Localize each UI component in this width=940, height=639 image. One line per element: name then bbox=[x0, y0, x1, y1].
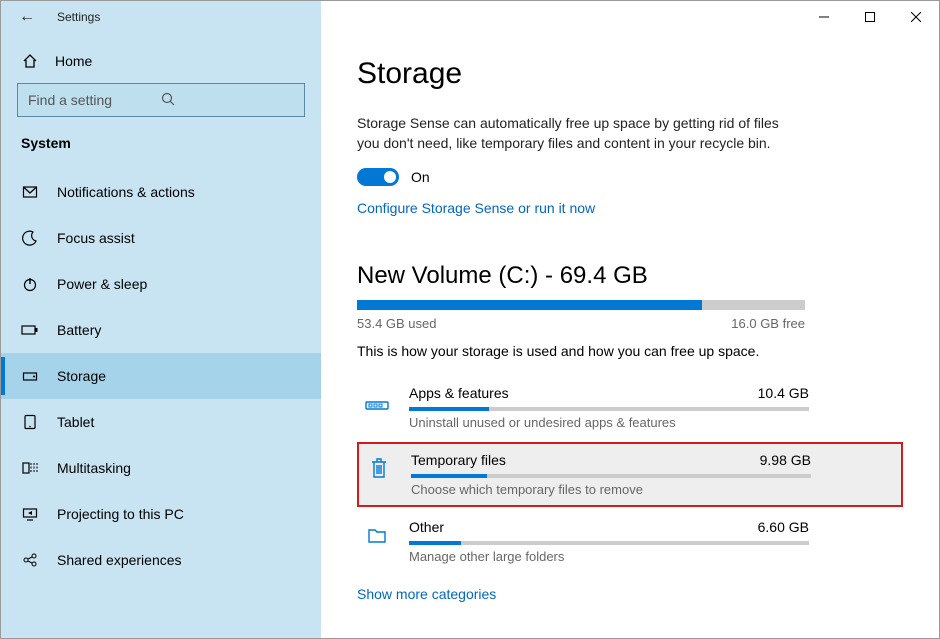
sidebar-item-label: Tablet bbox=[57, 414, 94, 430]
close-button[interactable] bbox=[893, 1, 939, 33]
category-name: Temporary files bbox=[411, 452, 506, 468]
category-bar-fill bbox=[409, 541, 461, 545]
category-bar-fill bbox=[411, 474, 487, 478]
search-input[interactable]: Find a setting bbox=[17, 83, 305, 117]
category-size: 10.4 GB bbox=[758, 385, 809, 401]
category-size: 6.60 GB bbox=[758, 519, 809, 535]
battery-icon bbox=[21, 322, 39, 338]
sidebar-item-battery[interactable]: Battery bbox=[1, 307, 321, 353]
titlebar-left: ← Settings bbox=[1, 1, 321, 33]
moon-icon bbox=[21, 230, 39, 246]
category-apps-features[interactable]: Apps & features 10.4 GB Uninstall unused… bbox=[357, 377, 903, 438]
sidebar-home[interactable]: Home bbox=[1, 45, 321, 77]
sidebar-item-notifications[interactable]: Notifications & actions bbox=[1, 169, 321, 215]
app-name: Settings bbox=[57, 10, 100, 24]
notifications-icon bbox=[21, 184, 39, 200]
usage-desc: This is how your storage is used and how… bbox=[357, 343, 903, 359]
configure-storage-sense-link[interactable]: Configure Storage Sense or run it now bbox=[357, 200, 903, 216]
sidebar-item-multitasking[interactable]: Multitasking bbox=[1, 445, 321, 491]
trash-icon bbox=[365, 454, 393, 482]
sidebar: Home Find a setting System Notifications… bbox=[1, 33, 321, 638]
category-hint: Choose which temporary files to remove bbox=[411, 482, 811, 497]
titlebar: ← Settings bbox=[1, 1, 939, 33]
category-name: Apps & features bbox=[409, 385, 509, 401]
volume-usage-bar bbox=[357, 300, 805, 310]
sidebar-item-label: Storage bbox=[57, 368, 106, 384]
sidebar-item-shared-experiences[interactable]: Shared experiences bbox=[1, 537, 321, 583]
search-placeholder: Find a setting bbox=[28, 92, 161, 108]
sidebar-item-label: Battery bbox=[57, 322, 101, 338]
sidebar-item-tablet[interactable]: Tablet bbox=[1, 399, 321, 445]
category-other[interactable]: Other 6.60 GB Manage other large folders bbox=[357, 511, 903, 572]
tablet-icon bbox=[21, 414, 39, 430]
content: Storage Storage Sense can automatically … bbox=[321, 33, 939, 638]
sidebar-item-projecting[interactable]: Projecting to this PC bbox=[1, 491, 321, 537]
apps-icon bbox=[363, 387, 391, 415]
sidebar-section-label: System bbox=[1, 131, 321, 169]
toggle-state-label: On bbox=[411, 169, 430, 185]
sidebar-home-label: Home bbox=[55, 53, 92, 69]
search-icon bbox=[161, 92, 294, 109]
sidebar-item-label: Projecting to this PC bbox=[57, 506, 184, 522]
volume-usage-fill bbox=[357, 300, 702, 310]
volume-free-label: 16.0 GB free bbox=[731, 316, 805, 331]
volume-used-label: 53.4 GB used bbox=[357, 316, 437, 331]
category-name: Other bbox=[409, 519, 444, 535]
category-hint: Uninstall unused or undesired apps & fea… bbox=[409, 415, 809, 430]
folder-icon bbox=[363, 521, 391, 549]
volume-heading: New Volume (C:) - 69.4 GB bbox=[357, 262, 903, 290]
sidebar-item-label: Focus assist bbox=[57, 230, 135, 246]
home-icon bbox=[21, 53, 39, 69]
category-temporary-files[interactable]: Temporary files 9.98 GB Choose which tem… bbox=[357, 442, 903, 507]
sidebar-item-label: Multitasking bbox=[57, 460, 131, 476]
window-controls bbox=[321, 1, 939, 33]
category-size: 9.98 GB bbox=[760, 452, 811, 468]
storage-sense-toggle[interactable] bbox=[357, 168, 399, 186]
back-icon[interactable]: ← bbox=[19, 9, 35, 25]
storage-sense-desc: Storage Sense can automatically free up … bbox=[357, 113, 797, 154]
shared-icon bbox=[21, 552, 39, 568]
storage-icon bbox=[21, 368, 39, 384]
multitasking-icon bbox=[21, 460, 39, 476]
category-bar-fill bbox=[409, 407, 489, 411]
sidebar-item-label: Shared experiences bbox=[57, 552, 182, 568]
minimize-button[interactable] bbox=[801, 1, 847, 33]
sidebar-item-storage[interactable]: Storage bbox=[1, 353, 321, 399]
sidebar-item-focus-assist[interactable]: Focus assist bbox=[1, 215, 321, 261]
page-title: Storage bbox=[357, 57, 903, 91]
show-more-categories-link[interactable]: Show more categories bbox=[357, 586, 903, 602]
storage-sense-toggle-row: On bbox=[357, 168, 903, 186]
category-hint: Manage other large folders bbox=[409, 549, 809, 564]
sidebar-item-label: Power & sleep bbox=[57, 276, 147, 292]
sidebar-item-label: Notifications & actions bbox=[57, 184, 195, 200]
projecting-icon bbox=[21, 506, 39, 522]
sidebar-item-power-sleep[interactable]: Power & sleep bbox=[1, 261, 321, 307]
maximize-button[interactable] bbox=[847, 1, 893, 33]
power-icon bbox=[21, 276, 39, 292]
